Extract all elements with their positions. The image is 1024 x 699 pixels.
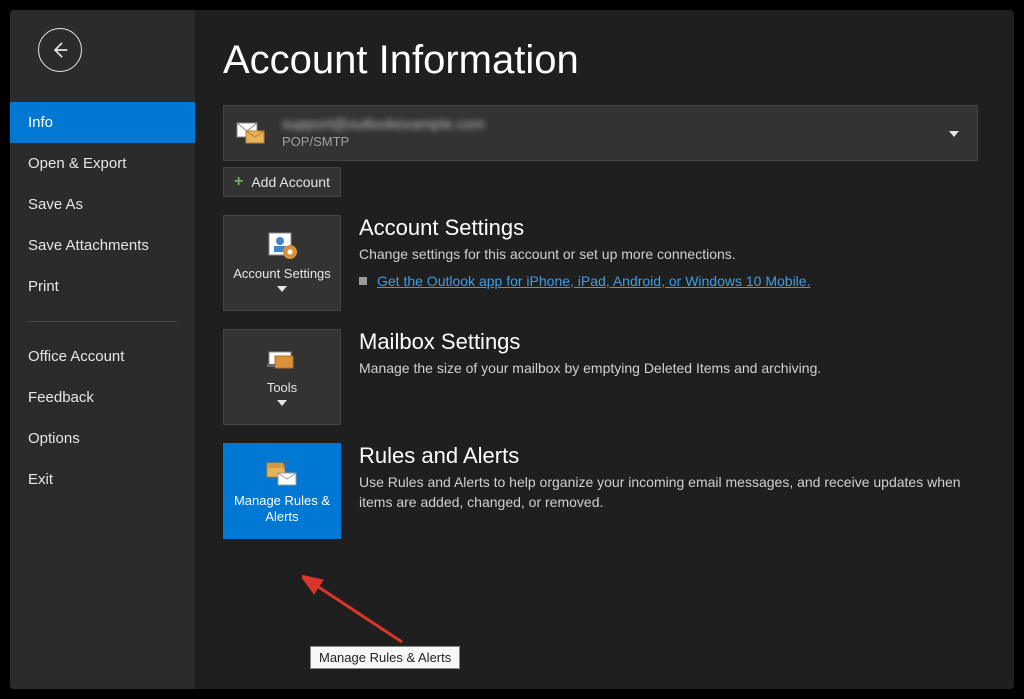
tile-manage-rules-alerts[interactable]: Manage Rules & Alerts [223,443,341,539]
bullet-icon [359,277,367,285]
mailbox-settings-desc: Manage the size of your mailbox by empty… [359,359,978,379]
tile-account-settings-label: Account Settings [233,266,331,282]
account-settings-icon [265,230,299,262]
tooltip-manage-rules-alerts: Manage Rules & Alerts [310,646,460,669]
tile-account-settings[interactable]: Account Settings [223,215,341,311]
nav-separator [28,321,177,322]
nav-exit[interactable]: Exit [10,459,195,500]
account-email: support@outlookexample.com [282,116,485,134]
chevron-down-icon [949,124,959,142]
section-account-settings: Account Settings Account Settings Change… [223,215,978,311]
mailbox-settings-title: Mailbox Settings [359,329,978,355]
envelope-icon [236,121,266,145]
account-settings-bullet: Get the Outlook app for iPhone, iPad, An… [359,273,978,289]
sidebar: Info Open & Export Save As Save Attachme… [10,10,195,689]
outlook-backstage: Info Open & Export Save As Save Attachme… [0,0,1024,699]
chevron-down-icon [277,398,287,410]
nav-info[interactable]: Info [10,102,195,143]
add-account-label: Add Account [251,174,330,190]
nav-office-account[interactable]: Office Account [10,336,195,377]
tile-manage-rules-alerts-label: Manage Rules & Alerts [230,493,334,524]
account-type: POP/SMTP [282,134,485,150]
back-arrow-icon [50,40,70,60]
account-settings-body: Account Settings Change settings for thi… [359,215,978,289]
inner-container: Info Open & Export Save As Save Attachme… [10,10,1014,689]
rules-alerts-icon [264,457,300,489]
plus-icon: + [234,174,243,190]
account-settings-desc: Change settings for this account or set … [359,245,978,265]
nav-feedback[interactable]: Feedback [10,377,195,418]
nav-open-export[interactable]: Open & Export [10,143,195,184]
add-account-button[interactable]: + Add Account [223,167,341,197]
tools-icon [265,344,299,376]
tile-tools-label: Tools [267,380,297,396]
account-settings-title: Account Settings [359,215,978,241]
nav-save-as[interactable]: Save As [10,184,195,225]
section-mailbox-settings: Tools Mailbox Settings Manage the size o… [223,329,978,425]
mailbox-settings-body: Mailbox Settings Manage the size of your… [359,329,978,379]
section-rules-alerts: Manage Rules & Alerts Rules and Alerts U… [223,443,978,539]
nav-print[interactable]: Print [10,266,195,307]
content-area: Account Information support@outlookexamp… [195,10,1014,689]
get-outlook-app-link[interactable]: Get the Outlook app for iPhone, iPad, An… [377,273,810,289]
rules-alerts-body: Rules and Alerts Use Rules and Alerts to… [359,443,978,512]
chevron-down-icon [277,284,287,296]
rules-alerts-desc: Use Rules and Alerts to help organize yo… [359,473,978,512]
rules-alerts-title: Rules and Alerts [359,443,978,469]
tile-tools[interactable]: Tools [223,329,341,425]
account-selector[interactable]: support@outlookexample.com POP/SMTP [223,105,978,161]
account-text: support@outlookexample.com POP/SMTP [282,116,485,150]
page-title: Account Information [223,38,978,83]
back-button[interactable] [38,28,82,72]
nav-options[interactable]: Options [10,418,195,459]
nav-save-attachments[interactable]: Save Attachments [10,225,195,266]
